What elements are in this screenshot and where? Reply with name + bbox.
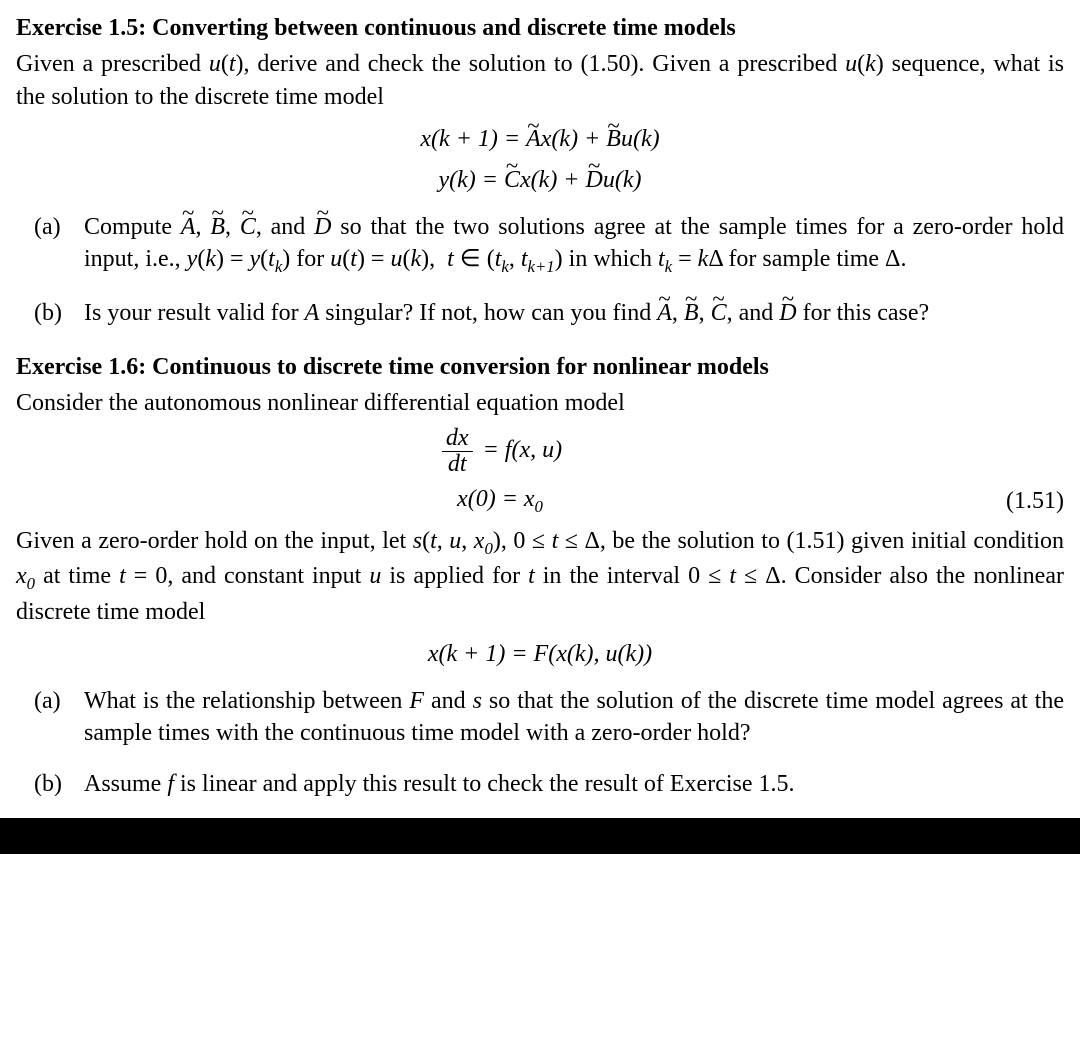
ode-equation: dxdt = f(x, u) (16, 426, 984, 477)
exercise-1-6-body: Given a zero-order hold on the input, le… (16, 525, 1064, 628)
output-equation: y(k) = Cx(k) + Du(k) (16, 160, 1064, 201)
exercise-1-5-intro: Given a prescribed u(t), derive and chec… (16, 48, 1064, 113)
item-content: Compute A, B, C, and D so that the two s… (84, 211, 1064, 279)
text: , derive and check the solution to (1.50… (244, 51, 846, 77)
exercise-1-5-list: (a) Compute A, B, C, and D so that the t… (16, 211, 1064, 329)
state-equation: x(k + 1) = Ax(k) + Bu(k) (16, 119, 1064, 160)
exercise-1-5-item-a: (a) Compute A, B, C, and D so that the t… (16, 211, 1064, 279)
equation-number: (1.51) (984, 485, 1064, 517)
item-marker: (a) (16, 685, 84, 750)
text: , and (256, 214, 314, 240)
text: for sample time Δ. (722, 246, 906, 272)
text: singular? If not, how can you find (319, 300, 657, 326)
text: Given a zero-order hold on the input, le… (16, 528, 413, 554)
item-marker: (a) (16, 211, 84, 279)
text: for this case? (797, 300, 930, 326)
exercise-1-5-equations: x(k + 1) = Ax(k) + Bu(k) y(k) = Cx(k) + … (16, 119, 1064, 201)
exercise-1-6-intro: Consider the autonomous nonlinear differ… (16, 387, 1064, 419)
exercise-1-6-item-a: (a) What is the relationship between F a… (16, 685, 1064, 750)
exercise-1-6-list: (a) What is the relationship between F a… (16, 685, 1064, 800)
text: , be the solution to (1.51) given initia… (600, 528, 1064, 554)
initial-condition-equation: x(0) = x0 (16, 483, 984, 518)
text: in the interval (535, 563, 688, 589)
text: Assume (84, 771, 167, 797)
equation-number-placeholder (984, 435, 1064, 467)
item-marker: (b) (16, 768, 84, 800)
item-content: What is the relationship between F and s… (84, 685, 1064, 750)
text: What is the relationship between (84, 688, 409, 714)
bottom-black-bar (0, 818, 1080, 854)
text: Given a prescribed (16, 51, 209, 77)
text: in which (563, 246, 658, 272)
exercise-1-6-equations: dxdt = f(x, u) x(0) = x0 (1.51) (16, 426, 1064, 519)
item-content: Is your result valid for A singular? If … (84, 297, 1064, 329)
text: is linear and apply this result to check… (174, 771, 794, 797)
text: , and (727, 300, 780, 326)
text: Compute (84, 214, 181, 240)
exercise-1-6-item-b: (b) Assume f is linear and apply this re… (16, 768, 1064, 800)
text: and (424, 688, 473, 714)
text: is applied for (381, 563, 528, 589)
text: for (290, 246, 330, 272)
text: , and constant input (167, 563, 369, 589)
exercise-1-5-item-b: (b) Is your result valid for A singular?… (16, 297, 1064, 329)
exercise-1-6-title: Exercise 1.6: Continuous to discrete tim… (16, 351, 1064, 383)
item-marker: (b) (16, 297, 84, 329)
text: at time (35, 563, 119, 589)
text: Is your result valid for (84, 300, 305, 326)
item-content: Assume f is linear and apply this result… (84, 768, 1064, 800)
exercise-1-5-title: Exercise 1.5: Converting between continu… (16, 12, 1064, 44)
document-page: Exercise 1.5: Converting between continu… (0, 0, 1080, 800)
discrete-nonlinear-equation: x(k + 1) = F(x(k), u(k)) (16, 634, 1064, 675)
